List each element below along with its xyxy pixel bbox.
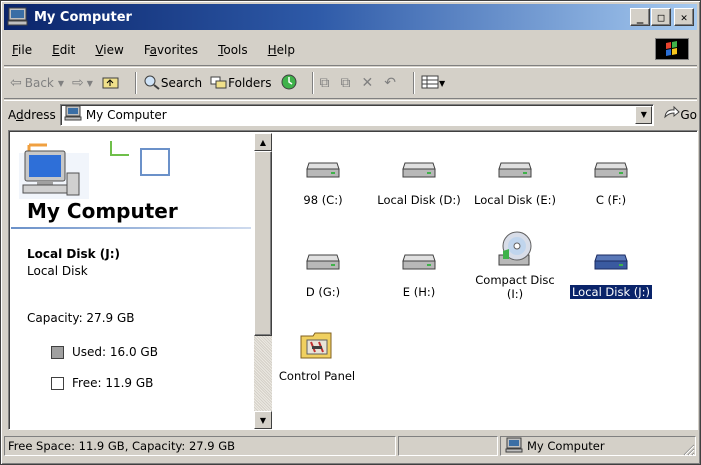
forward-dropdown-icon[interactable]: ▼ xyxy=(87,79,93,88)
delete-button[interactable]: ✕ xyxy=(362,75,377,91)
close-button[interactable]: ✕ xyxy=(674,8,694,26)
banner-divider xyxy=(11,227,251,229)
views-dropdown-icon[interactable]: ▼ xyxy=(439,79,445,88)
go-arrow-icon xyxy=(662,105,681,124)
status-panel-empty xyxy=(398,436,498,456)
history-button[interactable] xyxy=(280,73,298,94)
forward-button[interactable]: ⇨ ▼ xyxy=(72,75,93,91)
folders-button[interactable]: Folders xyxy=(210,74,272,93)
status-zone: My Computer xyxy=(500,436,696,456)
cd-drive-item-i[interactable]: Compact Disc (I:) xyxy=(467,229,563,301)
my-computer-icon xyxy=(7,7,29,27)
delete-icon: ✕ xyxy=(361,75,374,91)
selected-item-type: Local Disk xyxy=(27,264,88,278)
scroll-thumb[interactable] xyxy=(254,151,272,336)
menu-help[interactable]: Help xyxy=(260,43,303,57)
standard-toolbar: ⇦ Back ▼ ⇨ ▼ Search Folders ⧉ ⧉ ✕ ↶ ▼ xyxy=(4,67,697,99)
hard-drive-icon xyxy=(303,241,343,281)
back-arrow-icon: ⇦ xyxy=(10,75,22,91)
control-panel-item[interactable]: Control Panel xyxy=(269,325,365,383)
hard-drive-icon xyxy=(591,149,631,189)
toolbar-separator xyxy=(311,72,314,94)
up-folder-button[interactable] xyxy=(101,74,121,93)
resize-grip-icon[interactable] xyxy=(681,442,695,456)
menu-favorites[interactable]: Favorites xyxy=(136,43,206,57)
menu-edit[interactable]: Edit xyxy=(44,43,83,57)
menu-file[interactable]: File xyxy=(4,43,40,57)
drive-item-h[interactable]: E (H:) xyxy=(371,241,467,299)
address-value: My Computer xyxy=(85,107,167,122)
details-pane: My Computer Local Disk (J:) Local Disk C… xyxy=(11,133,251,429)
views-button[interactable]: ▼ xyxy=(421,74,445,93)
my-computer-icon xyxy=(64,105,82,124)
scroll-down-button[interactable]: ▼ xyxy=(254,411,272,429)
pane-banner: My Computer xyxy=(11,133,251,229)
hard-drive-icon xyxy=(399,241,439,281)
pane-title: My Computer xyxy=(27,199,178,223)
move-to-button[interactable]: ⧉ xyxy=(320,75,333,91)
forward-arrow-icon: ⇨ xyxy=(72,75,84,91)
status-text: Free Space: 11.9 GB, Capacity: 27.9 GB xyxy=(4,436,396,456)
copy-to-icon: ⧉ xyxy=(340,75,351,91)
details-scrollbar[interactable]: ▲ ▼ xyxy=(254,133,272,429)
drive-item-j[interactable]: Local Disk (J:) xyxy=(563,241,659,300)
views-icon xyxy=(421,74,439,93)
minimize-button[interactable]: _ xyxy=(630,8,650,26)
address-input[interactable]: My Computer ▼ xyxy=(59,103,655,126)
status-bar: Free Space: 11.9 GB, Capacity: 27.9 GB M… xyxy=(4,434,697,458)
item-grid: 98 (C:) Local Disk (D:) Local Disk (E:) … xyxy=(275,133,695,429)
drive-item-c[interactable]: 98 (C:) xyxy=(275,149,371,207)
back-dropdown-icon[interactable]: ▼ xyxy=(58,79,64,88)
move-to-icon: ⧉ xyxy=(319,75,330,91)
used-legend: Used: 16.0 GB xyxy=(51,345,158,359)
search-icon xyxy=(143,74,161,93)
drive-item-g[interactable]: D (G:) xyxy=(275,241,371,299)
menu-view[interactable]: View xyxy=(87,43,131,57)
control-panel-icon xyxy=(297,325,337,365)
scroll-up-button[interactable]: ▲ xyxy=(254,133,272,151)
maximize-button[interactable]: □ xyxy=(651,8,671,26)
history-icon xyxy=(280,73,298,94)
triangle-down-icon: ▼ xyxy=(259,415,267,425)
go-button[interactable]: Go xyxy=(662,105,697,124)
free-legend: Free: 11.9 GB xyxy=(51,376,153,390)
drive-item-d[interactable]: Local Disk (D:) xyxy=(371,149,467,207)
toolbar-separator xyxy=(412,72,415,94)
menu-bar: File Edit View Favorites Tools Help xyxy=(4,34,697,66)
hard-drive-icon xyxy=(399,149,439,189)
drive-item-f[interactable]: C (F:) xyxy=(563,149,659,207)
triangle-up-icon: ▲ xyxy=(259,137,267,147)
selected-item-name: Local Disk (J:) xyxy=(27,247,120,261)
chevron-down-icon: ▼ xyxy=(640,110,647,119)
content-area: My Computer Local Disk (J:) Local Disk C… xyxy=(8,130,698,430)
address-label: Address xyxy=(8,107,56,122)
hard-drive-icon xyxy=(495,149,535,189)
search-button[interactable]: Search xyxy=(143,74,202,93)
hard-drive-icon xyxy=(303,149,343,189)
address-bar: Address My Computer ▼ Go xyxy=(4,100,697,128)
folders-icon xyxy=(210,74,228,93)
window-title: My Computer xyxy=(34,9,132,25)
title-bar[interactable]: My Computer _ □ ✕ xyxy=(4,4,697,30)
address-dropdown-button[interactable]: ▼ xyxy=(635,105,653,124)
undo-button[interactable]: ↶ xyxy=(384,75,399,91)
copy-to-button[interactable]: ⧉ xyxy=(341,75,354,91)
my-computer-icon xyxy=(505,437,523,456)
free-swatch xyxy=(51,376,64,390)
toolbar-separator xyxy=(134,72,137,94)
compact-disc-icon xyxy=(495,229,535,269)
up-folder-icon xyxy=(101,74,121,93)
explorer-window: My Computer _ □ ✕ File Edit View Favorit… xyxy=(0,0,701,465)
back-button[interactable]: ⇦ Back ▼ xyxy=(10,75,64,91)
used-swatch xyxy=(51,345,64,359)
capacity-text: Capacity: 27.9 GB xyxy=(27,311,135,325)
windows-logo-icon xyxy=(655,38,689,60)
undo-icon: ↶ xyxy=(384,75,396,91)
hard-drive-icon xyxy=(591,241,631,281)
drive-item-e[interactable]: Local Disk (E:) xyxy=(467,149,563,207)
menu-tools[interactable]: Tools xyxy=(210,43,256,57)
